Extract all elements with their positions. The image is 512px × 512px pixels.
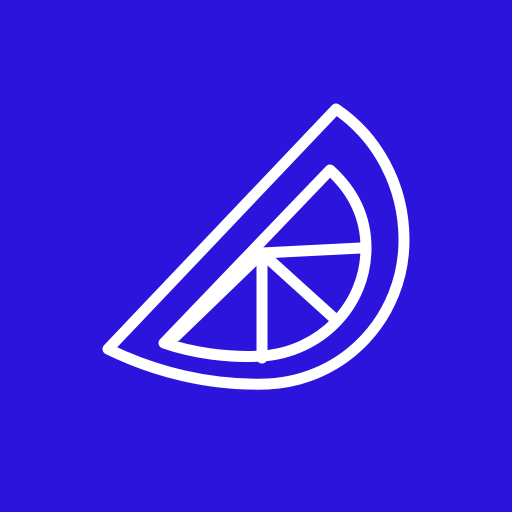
segment-divider <box>256 247 342 326</box>
lemon-slice-icon <box>102 103 410 390</box>
app-icon-tile <box>0 0 512 512</box>
segment-divider <box>256 242 367 259</box>
